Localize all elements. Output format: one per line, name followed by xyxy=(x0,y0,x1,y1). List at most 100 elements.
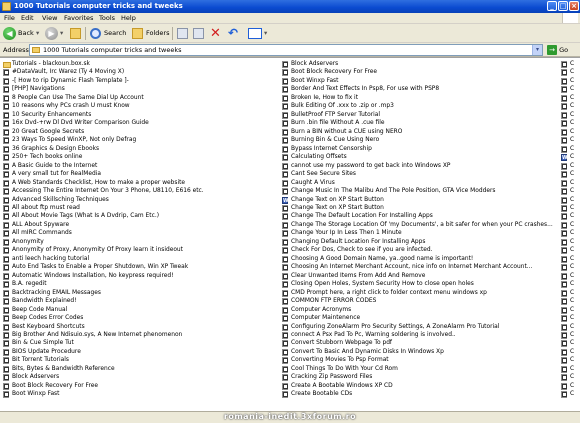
list-item[interactable]: C xyxy=(560,229,580,238)
list-item[interactable]: Configuring ZoneAlarm Pro Security Setti… xyxy=(281,323,559,331)
list-item[interactable]: CMD Prompt here, a right click to folder… xyxy=(281,289,559,297)
list-item[interactable]: Changing Default Location For Installing… xyxy=(281,238,559,246)
list-item[interactable]: C xyxy=(560,373,580,382)
views-icon[interactable] xyxy=(248,28,262,39)
list-item[interactable]: All about ftp must read xyxy=(2,204,280,212)
list-item[interactable]: A very small tut for RealMedia xyxy=(2,170,280,179)
list-item[interactable]: C xyxy=(560,331,580,339)
list-item[interactable]: C xyxy=(560,119,580,128)
copy-to-icon[interactable] xyxy=(193,28,204,39)
menu-edit[interactable]: Edit xyxy=(21,14,34,23)
list-item[interactable]: Computer Acronyms xyxy=(281,306,559,314)
list-item[interactable]: 36 Graphics & Design Ebooks xyxy=(2,145,280,153)
list-item[interactable]: C xyxy=(560,60,580,68)
list-item[interactable]: -[ How to rip Dynamic Flash Template ]- xyxy=(2,77,280,85)
list-item[interactable]: Bin & Cue Simple Tut xyxy=(2,339,280,348)
list-item[interactable]: All mIRC Commands xyxy=(2,229,280,238)
back-button[interactable]: Back xyxy=(18,26,34,41)
list-item[interactable]: Change The Storage Location Of 'my Docum… xyxy=(281,221,559,229)
list-item[interactable]: C xyxy=(560,153,580,162)
list-item[interactable]: C xyxy=(560,221,580,229)
list-item[interactable]: #DataVault, Irc Warez (Ty 4 Moving X) xyxy=(2,68,280,77)
list-item[interactable]: Create A Bootable Windows XP CD xyxy=(281,382,559,390)
list-item[interactable]: Change Text on XP Start Button xyxy=(281,204,559,212)
list-item[interactable]: C xyxy=(560,68,580,77)
maximize-button[interactable]: □ xyxy=(558,1,568,11)
list-item[interactable]: Choosing An Internet Merchant Account, n… xyxy=(281,263,559,272)
close-button[interactable]: × xyxy=(569,1,579,11)
list-item[interactable]: Cracking Zip Password Files xyxy=(281,373,559,382)
list-item[interactable]: C xyxy=(560,339,580,348)
back-dropdown-icon[interactable]: ▾ xyxy=(36,26,39,41)
list-item[interactable]: 16x Dvd-+rw Dl Dvd Writer Comparison Gui… xyxy=(2,119,280,128)
list-item[interactable]: C xyxy=(560,187,580,196)
list-item[interactable]: C xyxy=(560,289,580,297)
list-item[interactable]: Burn .bin file Without A .cue file xyxy=(281,119,559,128)
list-item[interactable]: Big Brother And Ndisuio.sys, A New Inter… xyxy=(2,331,280,339)
menu-tools[interactable]: Tools xyxy=(99,14,115,23)
up-folder-icon[interactable] xyxy=(70,28,81,39)
list-item[interactable]: Change The Default Location For Installi… xyxy=(281,212,559,221)
list-item[interactable]: C xyxy=(560,365,580,373)
list-item[interactable]: Calculating Offsets xyxy=(281,153,559,162)
list-item[interactable]: C xyxy=(560,196,580,204)
list-item[interactable]: ALL About Spyware xyxy=(2,221,280,229)
list-item[interactable]: Tutorials - blackoun.box.sk xyxy=(2,60,280,68)
list-item[interactable]: C xyxy=(560,170,580,179)
list-item[interactable]: 10 reasons why PCs crash U must Know xyxy=(2,102,280,111)
list-item[interactable]: Automatic Windows Installation, No keypr… xyxy=(2,272,280,280)
list-item[interactable]: Block Adservers xyxy=(2,373,280,382)
list-item[interactable]: Cant See Secure Sites xyxy=(281,170,559,179)
list-item[interactable]: C xyxy=(560,238,580,246)
list-item[interactable]: Burn a BIN without a CUE using NERO xyxy=(281,128,559,136)
list-item[interactable]: Best Keyboard Shortcuts xyxy=(2,323,280,331)
list-item[interactable]: Block Adservers xyxy=(281,60,559,68)
list-item[interactable]: Boot Block Recovery For Free xyxy=(2,382,280,390)
list-item[interactable]: C xyxy=(560,77,580,85)
move-to-icon[interactable] xyxy=(177,28,188,39)
list-item[interactable]: 10 Security Enhancements xyxy=(2,111,280,119)
list-item[interactable]: Anonymity of Proxy, Anonymity Of Proxy l… xyxy=(2,246,280,255)
list-item[interactable]: C xyxy=(560,297,580,306)
address-dropdown-icon[interactable]: ▾ xyxy=(532,45,542,55)
list-item[interactable]: C xyxy=(560,382,580,390)
list-item[interactable]: BIOS Update Procedure xyxy=(2,348,280,356)
list-item[interactable]: Choosing A Good Domain Name, ya..good na… xyxy=(281,255,559,263)
list-item[interactable]: C xyxy=(560,179,580,187)
list-item[interactable]: BulletProof FTP Server Tutorial xyxy=(281,111,559,119)
forward-arrow-icon[interactable]: ▶ xyxy=(45,27,58,40)
file-list-pane[interactable]: Tutorials - blackoun.box.sk #DataVault, I… xyxy=(0,57,580,411)
search-button[interactable]: Search xyxy=(104,26,126,41)
list-item[interactable]: B.A. regedit xyxy=(2,280,280,289)
list-item[interactable]: Beep Codes Error Codes xyxy=(2,314,280,323)
list-item[interactable]: Change Your Ip In Less Then 1 Minute xyxy=(281,229,559,238)
list-item[interactable]: C xyxy=(560,212,580,221)
list-item[interactable]: Boot Winxp Fast xyxy=(2,390,280,399)
address-value[interactable]: 1000 Tutorials computer tricks and tweek… xyxy=(43,45,182,55)
list-item[interactable]: Bits, Bytes & Bandwidth Reference xyxy=(2,365,280,373)
list-item[interactable]: cannot use my password to get back into … xyxy=(281,162,559,170)
list-item[interactable]: All About Movie Tags (What Is A Dvdrip, … xyxy=(2,212,280,221)
list-item[interactable]: Convert Stubborn Webpage To pdf xyxy=(281,339,559,348)
list-item[interactable]: [PHP] Navigations xyxy=(2,85,280,94)
list-item[interactable]: C xyxy=(560,263,580,272)
list-item[interactable]: Converting Movies To Psp Format xyxy=(281,356,559,365)
list-item[interactable]: C xyxy=(560,136,580,145)
menu-favorites[interactable]: Favorites xyxy=(64,14,93,23)
list-item[interactable]: C xyxy=(560,145,580,153)
list-item[interactable]: Bandwidth Explained! xyxy=(2,297,280,306)
list-item[interactable]: COMMON FTP ERROR CODES xyxy=(281,297,559,306)
list-item[interactable]: C xyxy=(560,348,580,356)
menu-file[interactable]: File xyxy=(4,14,15,23)
list-item[interactable]: Clear Unwanted Items From Add And Remove xyxy=(281,272,559,280)
list-item[interactable]: C xyxy=(560,272,580,280)
list-item[interactable]: Burning Bin & Cue Using Nero xyxy=(281,136,559,145)
list-item[interactable]: Boot Winxp Fast xyxy=(281,77,559,85)
list-item[interactable]: Computer Maintenence xyxy=(281,314,559,323)
list-item[interactable]: C xyxy=(560,306,580,314)
go-button[interactable]: → Go xyxy=(547,44,568,56)
list-item[interactable]: Create Bootable CDs xyxy=(281,390,559,399)
list-item[interactable]: connect A Psx Pad To Pc, Warning solderi… xyxy=(281,331,559,339)
back-arrow-icon[interactable]: ◀ xyxy=(3,27,16,40)
menu-help[interactable]: Help xyxy=(121,14,136,23)
